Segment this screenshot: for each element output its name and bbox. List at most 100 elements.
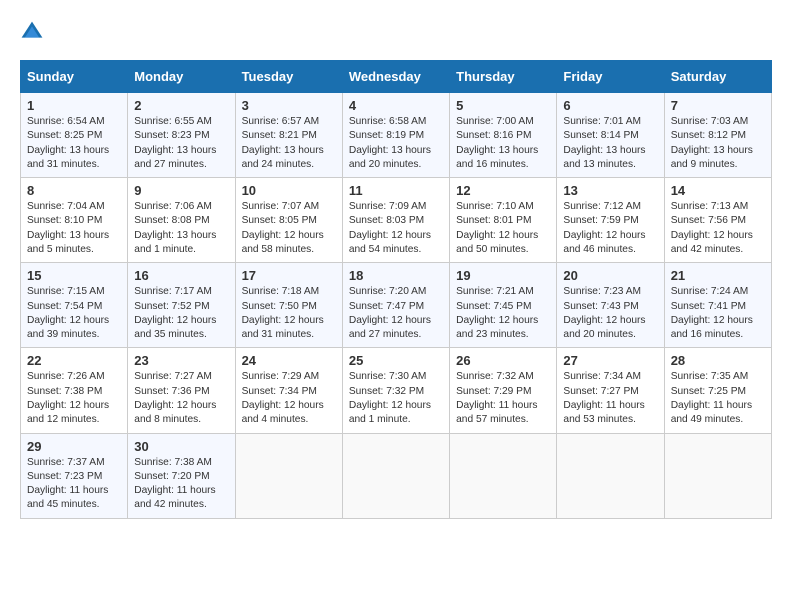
- day-number: 3: [242, 98, 336, 113]
- cell-info: Sunrise: 7:17 AMSunset: 7:52 PMDaylight:…: [134, 286, 216, 340]
- day-number: 10: [242, 183, 336, 198]
- day-number: 23: [134, 353, 228, 368]
- calendar-cell: 4 Sunrise: 6:58 AMSunset: 8:19 PMDaylight…: [342, 93, 449, 178]
- cell-info: Sunrise: 7:24 AMSunset: 7:41 PMDaylight:…: [671, 286, 753, 340]
- cell-info: Sunrise: 7:10 AMSunset: 8:01 PMDaylight:…: [456, 201, 538, 255]
- header-wednesday: Wednesday: [342, 61, 449, 93]
- calendar-cell: 5 Sunrise: 7:00 AMSunset: 8:16 PMDaylight…: [450, 93, 557, 178]
- calendar-cell: 10Sunrise: 7:07 AMSunset: 8:05 PMDayligh…: [235, 178, 342, 263]
- week-row-5: 29 Sunrise: 7:37 AMSunset: 7:23 PMDayligh…: [21, 433, 772, 518]
- calendar-cell: 13 Sunrise: 7:12 AMSunset: 7:59 PMDayligh…: [557, 178, 664, 263]
- cell-info: Sunrise: 7:13 AMSunset: 7:56 PMDaylight:…: [671, 201, 753, 255]
- calendar-cell: 14 Sunrise: 7:13 AMSunset: 7:56 PMDayligh…: [664, 178, 771, 263]
- cell-info: Sunrise: 7:35 AMSunset: 7:25 PMDaylight:…: [671, 371, 752, 425]
- cell-info: Sunrise: 7:27 AMSunset: 7:36 PMDaylight:…: [134, 371, 216, 425]
- cell-info: Sunrise: 7:12 AMSunset: 7:59 PMDaylight:…: [563, 201, 645, 255]
- week-row-4: 22 Sunrise: 7:26 AMSunset: 7:38 PMDayligh…: [21, 348, 772, 433]
- cell-info: Sunrise: 7:30 AMSunset: 7:32 PMDaylight:…: [349, 371, 431, 425]
- calendar-cell: 7 Sunrise: 7:03 AMSunset: 8:12 PMDaylight…: [664, 93, 771, 178]
- cell-info: Sunrise: 7:20 AMSunset: 7:47 PMDaylight:…: [349, 286, 431, 340]
- calendar-cell: 25 Sunrise: 7:30 AMSunset: 7:32 PMDayligh…: [342, 348, 449, 433]
- day-number: 1: [27, 98, 121, 113]
- calendar-cell: 12 Sunrise: 7:10 AMSunset: 8:01 PMDayligh…: [450, 178, 557, 263]
- calendar-cell: 3 Sunrise: 6:57 AMSunset: 8:21 PMDaylight…: [235, 93, 342, 178]
- cell-info: Sunrise: 7:26 AMSunset: 7:38 PMDaylight:…: [27, 371, 109, 425]
- day-number: 24: [242, 353, 336, 368]
- cell-info: Sunrise: 6:57 AMSunset: 8:21 PMDaylight:…: [242, 116, 324, 170]
- calendar-cell: 15 Sunrise: 7:15 AMSunset: 7:54 PMDayligh…: [21, 263, 128, 348]
- day-number: 6: [563, 98, 657, 113]
- day-number: 4: [349, 98, 443, 113]
- week-row-1: 1 Sunrise: 6:54 AMSunset: 8:25 PMDaylight…: [21, 93, 772, 178]
- day-number: 17: [242, 268, 336, 283]
- calendar-cell: 19 Sunrise: 7:21 AMSunset: 7:45 PMDayligh…: [450, 263, 557, 348]
- calendar-table: SundayMondayTuesdayWednesdayThursdayFrid…: [20, 60, 772, 519]
- day-number: 5: [456, 98, 550, 113]
- header-thursday: Thursday: [450, 61, 557, 93]
- cell-info: Sunrise: 7:03 AMSunset: 8:12 PMDaylight:…: [671, 116, 753, 170]
- header-sunday: Sunday: [21, 61, 128, 93]
- calendar-cell: 21 Sunrise: 7:24 AMSunset: 7:41 PMDayligh…: [664, 263, 771, 348]
- cell-info: Sunrise: 7:29 AMSunset: 7:34 PMDaylight:…: [242, 371, 324, 425]
- cell-info: Sunrise: 7:06 AMSunset: 8:08 PMDaylight:…: [134, 201, 216, 255]
- page-header: [20, 20, 772, 44]
- day-number: 18: [349, 268, 443, 283]
- header-saturday: Saturday: [664, 61, 771, 93]
- day-number: 13: [563, 183, 657, 198]
- calendar-cell: 29 Sunrise: 7:37 AMSunset: 7:23 PMDayligh…: [21, 433, 128, 518]
- header-row: SundayMondayTuesdayWednesdayThursdayFrid…: [21, 61, 772, 93]
- day-number: 30: [134, 439, 228, 454]
- calendar-cell: 23 Sunrise: 7:27 AMSunset: 7:36 PMDayligh…: [128, 348, 235, 433]
- day-number: 19: [456, 268, 550, 283]
- day-number: 7: [671, 98, 765, 113]
- week-row-3: 15 Sunrise: 7:15 AMSunset: 7:54 PMDayligh…: [21, 263, 772, 348]
- calendar-cell: [342, 433, 449, 518]
- calendar-cell: 24 Sunrise: 7:29 AMSunset: 7:34 PMDayligh…: [235, 348, 342, 433]
- cell-info: Sunrise: 7:15 AMSunset: 7:54 PMDaylight:…: [27, 286, 109, 340]
- header-tuesday: Tuesday: [235, 61, 342, 93]
- day-number: 27: [563, 353, 657, 368]
- calendar-cell: 6 Sunrise: 7:01 AMSunset: 8:14 PMDaylight…: [557, 93, 664, 178]
- calendar-cell: [450, 433, 557, 518]
- day-number: 22: [27, 353, 121, 368]
- calendar-cell: 8 Sunrise: 7:04 AMSunset: 8:10 PMDaylight…: [21, 178, 128, 263]
- day-number: 25: [349, 353, 443, 368]
- day-number: 2: [134, 98, 228, 113]
- cell-info: Sunrise: 7:34 AMSunset: 7:27 PMDaylight:…: [563, 371, 644, 425]
- calendar-cell: [557, 433, 664, 518]
- calendar-cell: 11 Sunrise: 7:09 AMSunset: 8:03 PMDayligh…: [342, 178, 449, 263]
- day-number: 12: [456, 183, 550, 198]
- day-number: 21: [671, 268, 765, 283]
- day-number: 28: [671, 353, 765, 368]
- cell-info: Sunrise: 7:01 AMSunset: 8:14 PMDaylight:…: [563, 116, 645, 170]
- cell-info: Sunrise: 7:23 AMSunset: 7:43 PMDaylight:…: [563, 286, 645, 340]
- day-number: 14: [671, 183, 765, 198]
- logo-icon: [20, 20, 44, 44]
- calendar-cell: 26Sunrise: 7:32 AMSunset: 7:29 PMDayligh…: [450, 348, 557, 433]
- cell-info: Sunrise: 7:00 AMSunset: 8:16 PMDaylight:…: [456, 116, 538, 170]
- day-number: 29: [27, 439, 121, 454]
- day-number: 15: [27, 268, 121, 283]
- calendar-cell: 1 Sunrise: 6:54 AMSunset: 8:25 PMDaylight…: [21, 93, 128, 178]
- day-number: 16: [134, 268, 228, 283]
- calendar-cell: 27 Sunrise: 7:34 AMSunset: 7:27 PMDayligh…: [557, 348, 664, 433]
- calendar-cell: 30 Sunrise: 7:38 AMSunset: 7:20 PMDayligh…: [128, 433, 235, 518]
- cell-info: Sunrise: 7:21 AMSunset: 7:45 PMDaylight:…: [456, 286, 538, 340]
- calendar-cell: [664, 433, 771, 518]
- cell-info: Sunrise: 6:58 AMSunset: 8:19 PMDaylight:…: [349, 116, 431, 170]
- cell-info: Sunrise: 6:54 AMSunset: 8:25 PMDaylight:…: [27, 116, 109, 170]
- cell-info: Sunrise: 7:38 AMSunset: 7:20 PMDaylight:…: [134, 457, 215, 511]
- cell-info: Sunrise: 7:37 AMSunset: 7:23 PMDaylight:…: [27, 457, 108, 511]
- calendar-cell: 22 Sunrise: 7:26 AMSunset: 7:38 PMDayligh…: [21, 348, 128, 433]
- cell-info: Sunrise: 7:04 AMSunset: 8:10 PMDaylight:…: [27, 201, 109, 255]
- cell-info: Sunrise: 7:18 AMSunset: 7:50 PMDaylight:…: [242, 286, 324, 340]
- week-row-2: 8 Sunrise: 7:04 AMSunset: 8:10 PMDaylight…: [21, 178, 772, 263]
- header-monday: Monday: [128, 61, 235, 93]
- day-number: 9: [134, 183, 228, 198]
- calendar-cell: [235, 433, 342, 518]
- cell-info: Sunrise: 6:55 AMSunset: 8:23 PMDaylight:…: [134, 116, 216, 170]
- cell-info: Sunrise: 7:09 AMSunset: 8:03 PMDaylight:…: [349, 201, 431, 255]
- logo: [20, 20, 48, 44]
- day-number: 8: [27, 183, 121, 198]
- day-number: 11: [349, 183, 443, 198]
